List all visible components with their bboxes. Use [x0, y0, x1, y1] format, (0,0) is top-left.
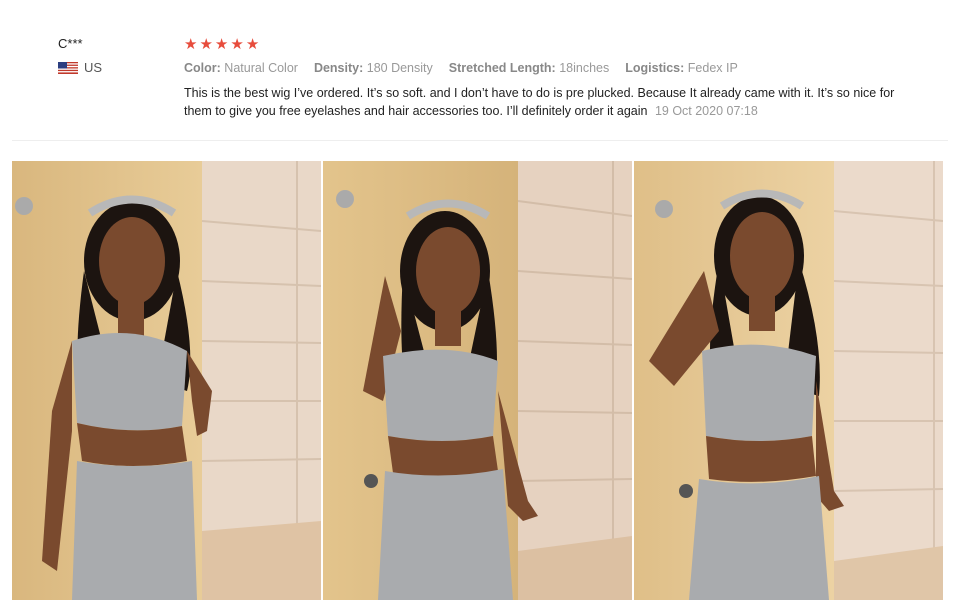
- star-icon: ★: [199, 36, 213, 53]
- divider: [12, 140, 948, 141]
- review-photos: [12, 161, 943, 600]
- attribute-key: Logistics:: [625, 61, 685, 75]
- star-icon: ★: [184, 36, 198, 53]
- reviewer-country: US: [58, 60, 102, 75]
- review-photo-3[interactable]: [634, 161, 943, 600]
- review-date: 19 Oct 2020 07:18: [654, 104, 758, 118]
- star-icon: ★: [245, 36, 260, 53]
- star-rating: ★ ★ ★ ★ ★: [184, 37, 924, 53]
- review-photo-2[interactable]: [323, 161, 632, 600]
- attribute-key: Density:: [313, 61, 364, 75]
- attribute-value: 18inches: [559, 61, 610, 75]
- country-label: US: [84, 60, 103, 75]
- review-content: ★ ★ ★ ★ ★ Color: Natural Color Density: …: [184, 37, 924, 120]
- attribute-value: 180 Density: [366, 61, 433, 75]
- attribute-key: Stretched Length:: [448, 61, 556, 75]
- review-text: This is the best wig I’ve ordered. It’s …: [184, 84, 914, 120]
- reviewer-name: C***: [58, 36, 83, 51]
- attribute-key: Color:: [184, 61, 221, 75]
- us-flag-icon: [58, 61, 78, 74]
- reviewer-info: C*** US: [58, 36, 102, 75]
- star-icon: ★: [214, 36, 229, 53]
- review-body: This is the best wig I’ve ordered. It’s …: [184, 86, 895, 118]
- attribute-value: Natural Color: [224, 61, 298, 75]
- attribute-value: Fedex IP: [687, 61, 738, 75]
- star-icon: ★: [230, 36, 244, 53]
- review-card: C*** US ★ ★ ★ ★ ★ Color: Natural Color D…: [0, 0, 960, 600]
- attribute-color: Color: Natural Color: [184, 61, 298, 75]
- product-attributes: Color: Natural Color Density: 180 Densit…: [184, 61, 924, 75]
- attribute-length: Stretched Length: 18inches: [449, 61, 609, 75]
- review-photo-1[interactable]: [12, 161, 321, 600]
- attribute-density: Density: 180 Density: [314, 61, 433, 75]
- attribute-logistics: Logistics: Fedex IP: [625, 61, 738, 75]
